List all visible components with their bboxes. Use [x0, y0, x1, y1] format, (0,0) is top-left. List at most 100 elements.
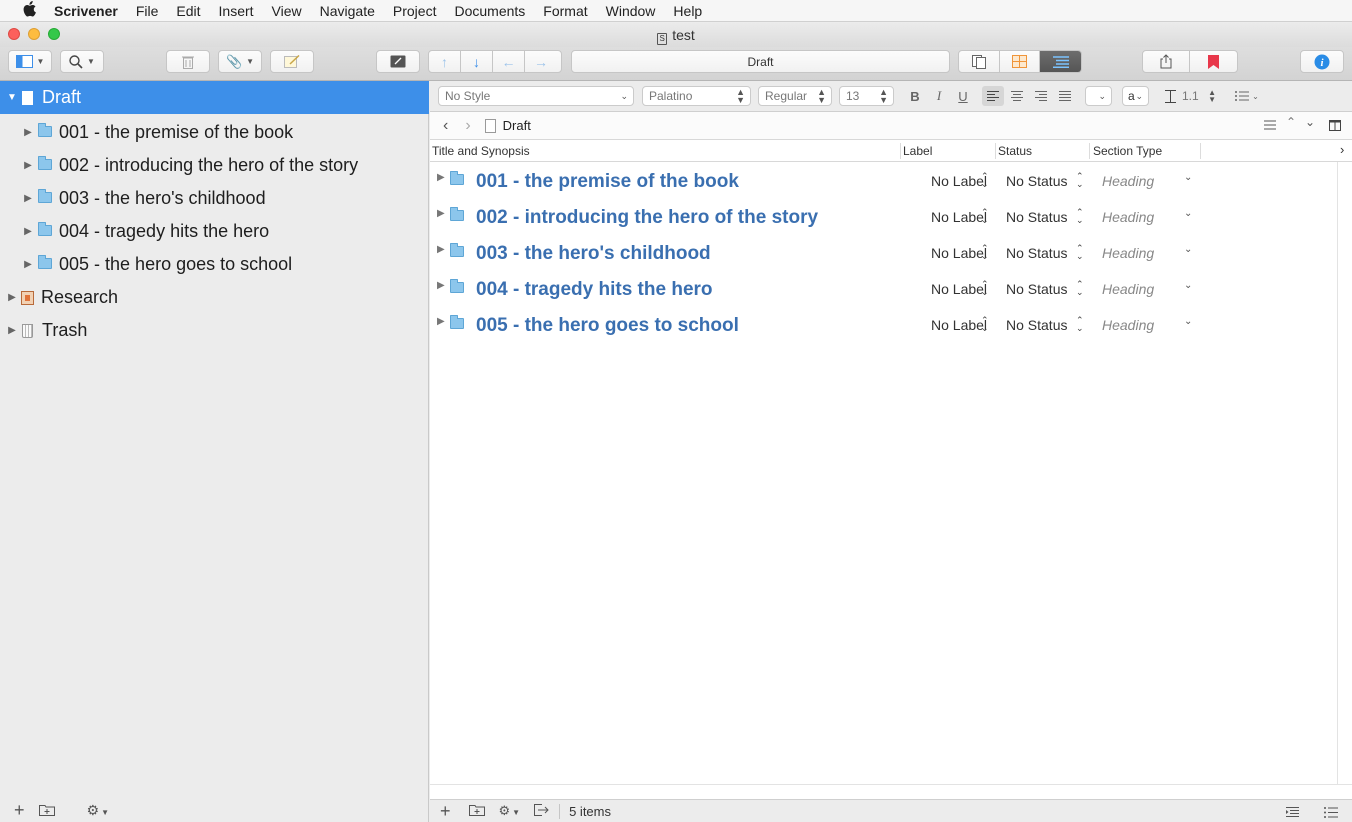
binder-actions-button[interactable]: ⚙ ▼: [73, 802, 109, 819]
disclosure-collapsed-icon[interactable]: ▶: [437, 280, 445, 291]
section-type-select[interactable]: Heading: [1102, 209, 1154, 225]
paragraph-style-select[interactable]: No Style ⌄: [438, 86, 634, 106]
chevron-down-icon[interactable]: ⌄: [1184, 208, 1192, 219]
label-select[interactable]: No Label: [931, 317, 987, 333]
underline-button[interactable]: U: [956, 86, 970, 106]
list-format-button[interactable]: ⌄: [1232, 86, 1262, 106]
outline-mode-button[interactable]: [1040, 51, 1081, 72]
label-select[interactable]: No Label: [931, 173, 987, 189]
disclosure-collapsed-icon[interactable]: ▶: [22, 226, 34, 237]
section-type-select[interactable]: Heading: [1102, 173, 1154, 189]
up-down-arrows-icon[interactable]: ⌃ ⌄: [981, 280, 989, 297]
header-menu-icon[interactable]: [1264, 118, 1276, 133]
disclosure-collapsed-icon[interactable]: ▶: [22, 193, 34, 204]
binder-item-004[interactable]: ▶ 004 - tragedy hits the hero: [0, 215, 429, 248]
up-down-arrows-icon[interactable]: ⌃ ⌄: [981, 244, 989, 261]
previous-document-icon[interactable]: ⌃: [1286, 115, 1296, 129]
section-type-select[interactable]: Heading: [1102, 281, 1154, 297]
outline-row-title[interactable]: 002 - introducing the hero of the story: [476, 207, 818, 229]
chevron-down-icon[interactable]: ⌄: [1184, 316, 1192, 327]
move-up-button[interactable]: ↑: [429, 51, 461, 72]
column-divider[interactable]: [995, 143, 996, 159]
font-family-select[interactable]: Palatino ▲ ▼: [642, 86, 751, 106]
text-indent-icon[interactable]: [1286, 806, 1299, 821]
back-arrow-icon[interactable]: ‹: [443, 117, 448, 135]
label-select[interactable]: No Label: [931, 209, 987, 225]
status-select[interactable]: No Status: [1006, 209, 1067, 225]
outline-row-title[interactable]: 004 - tragedy hits the hero: [476, 279, 713, 301]
column-section-type[interactable]: Section Type: [1093, 144, 1162, 158]
forward-arrow-icon[interactable]: ›: [465, 117, 470, 135]
column-divider[interactable]: [900, 143, 901, 159]
column-status[interactable]: Status: [998, 144, 1032, 158]
chevron-down-icon[interactable]: ⌄: [1184, 280, 1192, 291]
up-down-arrows-icon[interactable]: ⌃ ⌄: [1076, 280, 1084, 297]
menu-format[interactable]: Format: [543, 3, 587, 19]
status-select[interactable]: No Status: [1006, 317, 1067, 333]
disclosure-collapsed-icon[interactable]: ▶: [22, 160, 34, 171]
search-button[interactable]: ▼: [60, 50, 104, 73]
line-spacing-select[interactable]: 1.1 ▲ ▼: [1178, 86, 1220, 106]
go-to-document-button[interactable]: [534, 803, 549, 819]
split-editor-icon[interactable]: [1329, 119, 1341, 134]
menu-insert[interactable]: Insert: [219, 3, 254, 19]
document-title-field[interactable]: Draft: [571, 50, 950, 73]
attachments-button[interactable]: 📎 ▼: [218, 50, 262, 73]
disclosure-collapsed-icon[interactable]: ▶: [22, 127, 34, 138]
menu-documents[interactable]: Documents: [454, 3, 525, 19]
editor-document-title[interactable]: Draft: [503, 118, 531, 133]
outline-row[interactable]: ▶ 003 - the hero's childhood No Label ⌃ ⌄…: [430, 236, 1338, 272]
up-down-arrows-icon[interactable]: ⌃ ⌄: [1076, 208, 1084, 225]
menu-scrivener[interactable]: Scrivener: [54, 3, 118, 19]
disclosure-expanded-icon[interactable]: ▼: [6, 92, 18, 103]
section-type-select[interactable]: Heading: [1102, 245, 1154, 261]
bookmark-button[interactable]: [1190, 51, 1237, 72]
binder-item-002[interactable]: ▶ 002 - introducing the hero of the stor…: [0, 149, 429, 182]
menu-navigate[interactable]: Navigate: [320, 3, 375, 19]
disclosure-collapsed-icon[interactable]: ▶: [6, 292, 18, 303]
outline-row-title[interactable]: 001 - the premise of the book: [476, 171, 739, 193]
justify-button[interactable]: [1056, 86, 1074, 106]
up-down-arrows-icon[interactable]: ⌃ ⌄: [1076, 244, 1084, 261]
move-left-button[interactable]: ←: [493, 51, 525, 72]
add-item-button[interactable]: +: [14, 800, 25, 821]
up-down-arrows-icon[interactable]: ⌃ ⌄: [1076, 172, 1084, 189]
up-down-arrows-icon[interactable]: ⌃ ⌄: [981, 208, 989, 225]
disclosure-collapsed-icon[interactable]: ▶: [6, 325, 18, 336]
status-select[interactable]: No Status: [1006, 173, 1067, 189]
composition-mode-button[interactable]: [376, 50, 420, 73]
disclosure-collapsed-icon[interactable]: ▶: [437, 316, 445, 327]
up-down-arrows-icon[interactable]: ⌃ ⌄: [981, 316, 989, 333]
menu-view[interactable]: View: [272, 3, 302, 19]
horizontal-scrollbar[interactable]: [430, 784, 1352, 799]
binder-item-trash[interactable]: ▶ Trash: [0, 314, 429, 347]
up-down-arrows-icon[interactable]: ⌃ ⌄: [981, 172, 989, 189]
binder-item-001[interactable]: ▶ 001 - the premise of the book: [0, 116, 429, 149]
columns-chevron-right-icon[interactable]: ›: [1340, 142, 1344, 157]
align-left-button[interactable]: [982, 86, 1004, 106]
outline-row[interactable]: ▶ 004 - tragedy hits the hero No Label ⌃…: [430, 272, 1338, 308]
column-divider[interactable]: [1089, 143, 1090, 159]
highlight-color-select[interactable]: a ⌄: [1122, 86, 1149, 106]
outline-row[interactable]: ▶ 005 - the hero goes to school No Label…: [430, 308, 1338, 344]
italic-button[interactable]: I: [932, 86, 946, 106]
align-center-button[interactable]: [1008, 86, 1026, 106]
font-weight-select[interactable]: Regular ▲ ▼: [758, 86, 832, 106]
label-select[interactable]: No Label: [931, 281, 987, 297]
disclosure-collapsed-icon[interactable]: ▶: [437, 244, 445, 255]
share-button[interactable]: [1143, 51, 1190, 72]
binder-item-draft[interactable]: ▼ Draft: [0, 81, 429, 114]
menu-project[interactable]: Project: [393, 3, 437, 19]
status-select[interactable]: No Status: [1006, 245, 1067, 261]
status-select[interactable]: No Status: [1006, 281, 1067, 297]
disclosure-collapsed-icon[interactable]: ▶: [437, 208, 445, 219]
list-view-icon[interactable]: [1324, 806, 1338, 821]
add-folder-button[interactable]: [468, 803, 485, 819]
align-right-button[interactable]: [1032, 86, 1050, 106]
add-document-button[interactable]: +: [440, 801, 451, 822]
binder-item-005[interactable]: ▶ 005 - the hero goes to school: [0, 248, 429, 281]
menu-file[interactable]: File: [136, 3, 159, 19]
disclosure-collapsed-icon[interactable]: ▶: [437, 172, 445, 183]
move-to-trash-button[interactable]: [166, 50, 210, 73]
binder-item-research[interactable]: ▶ Research: [0, 281, 429, 314]
